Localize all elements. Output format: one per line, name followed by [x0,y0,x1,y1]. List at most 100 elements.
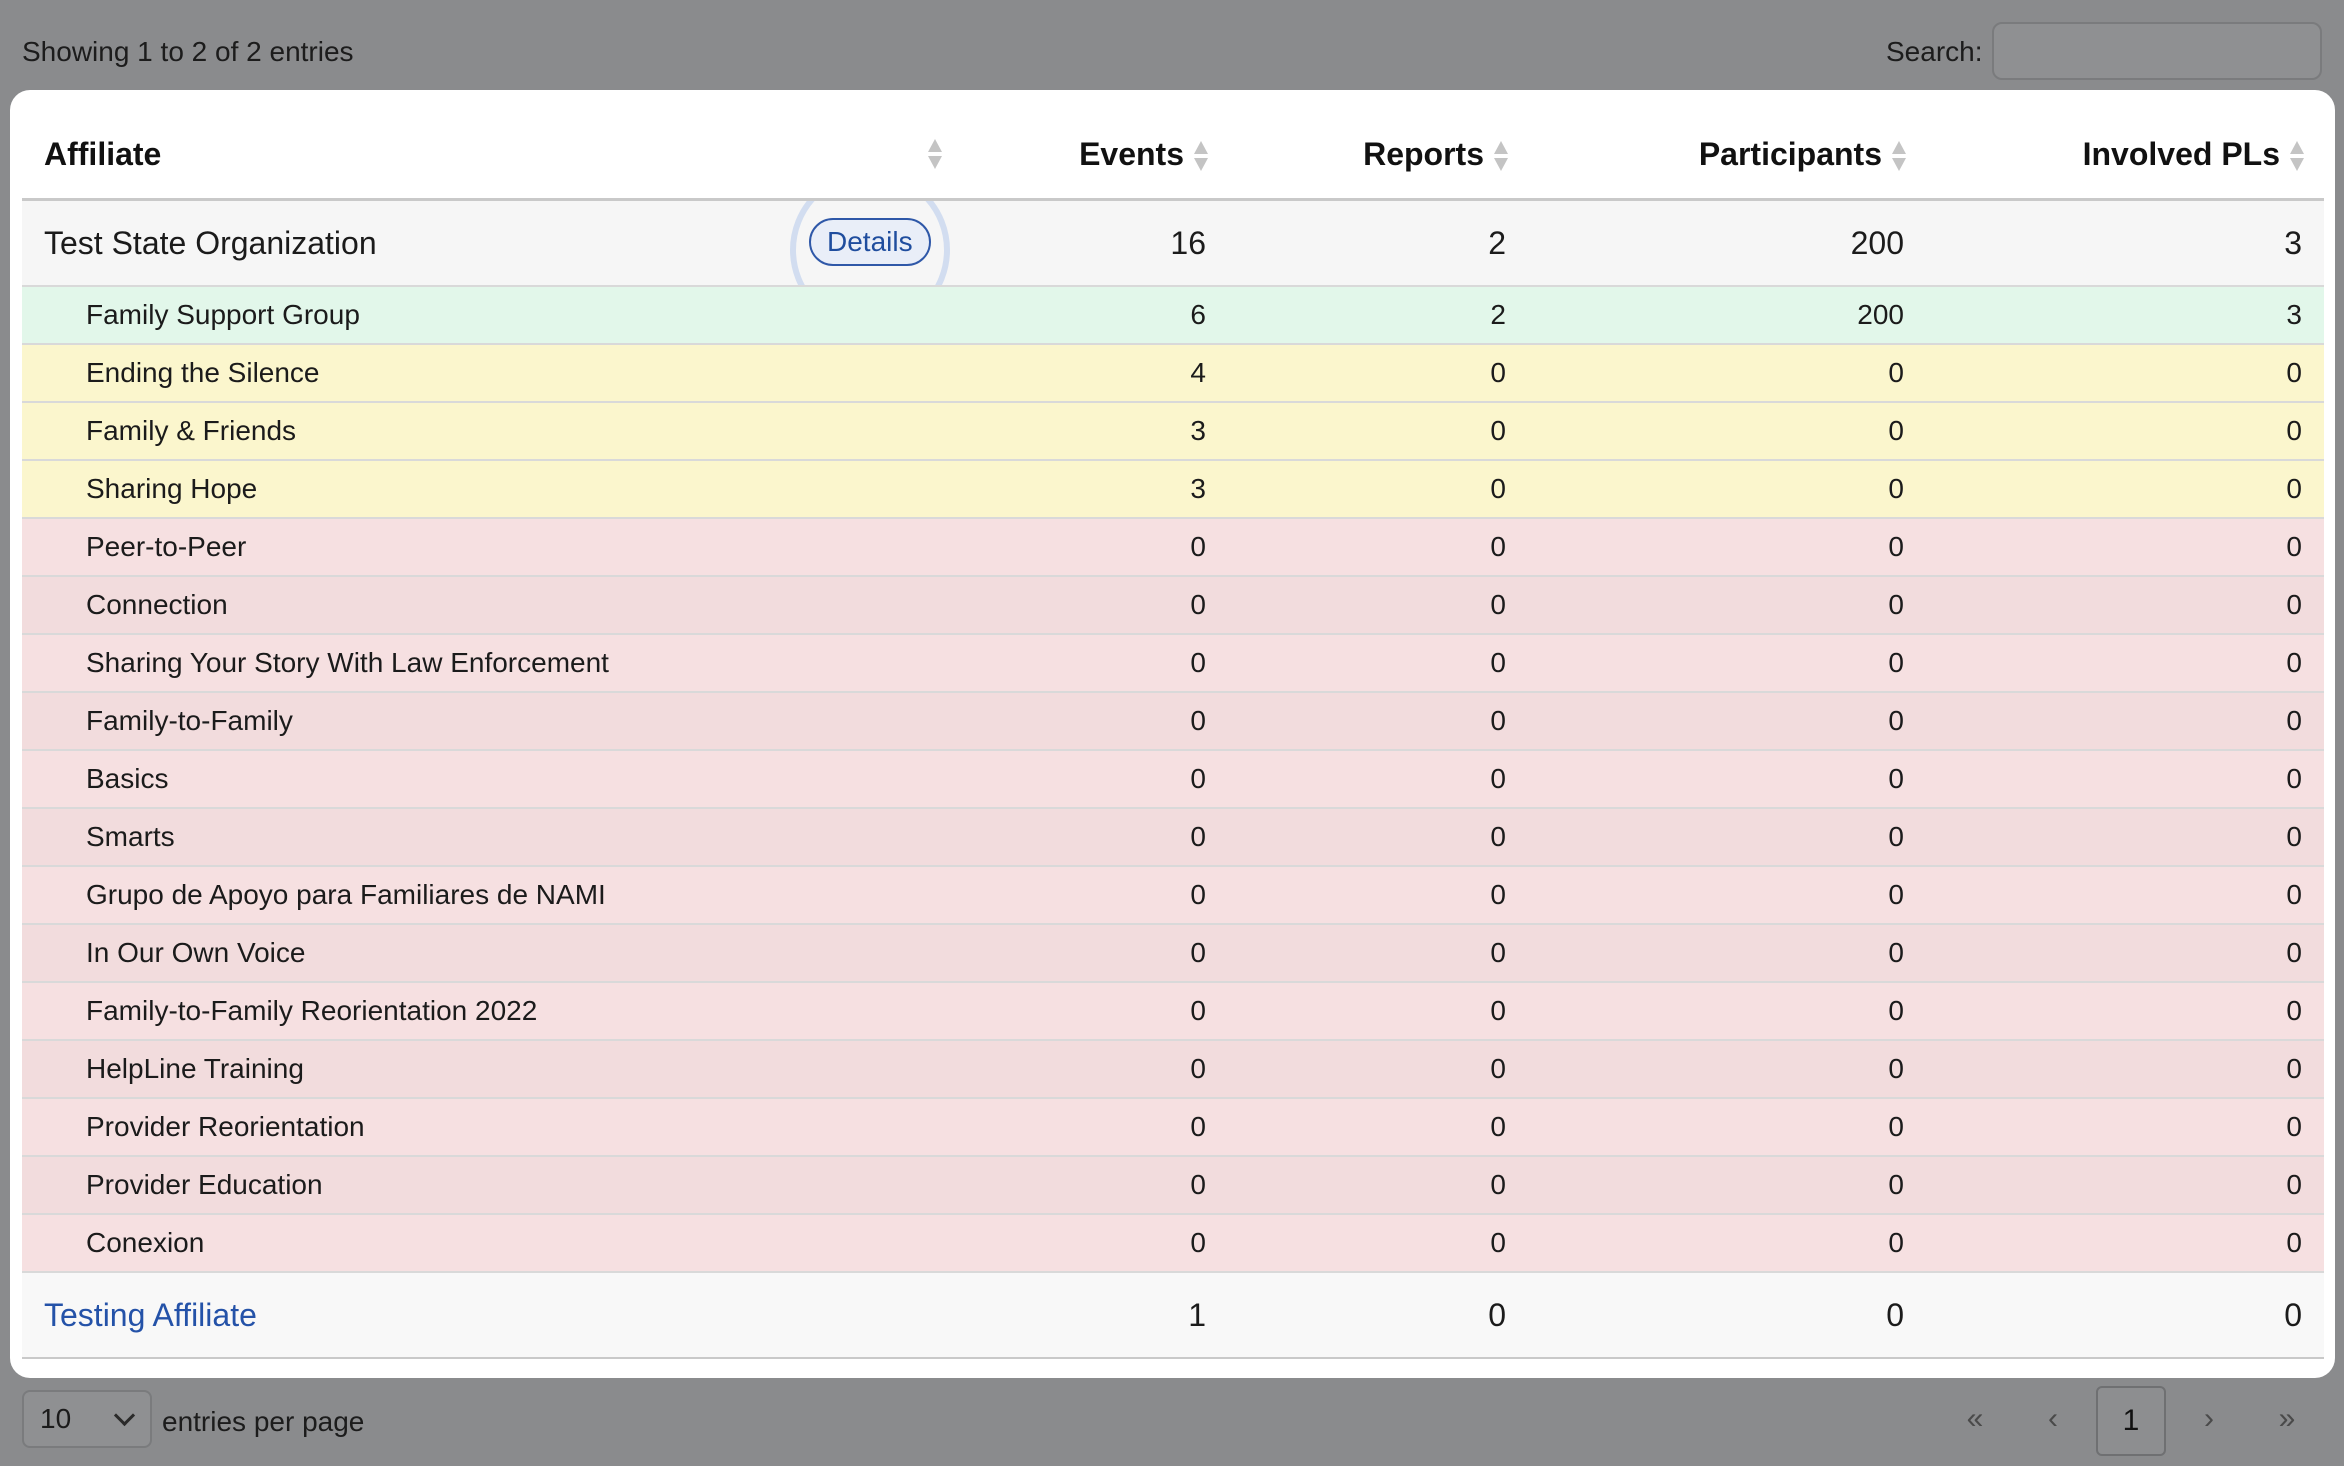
participants-cell: 0 [1528,866,1926,925]
events-cell: 0 [952,750,1228,809]
table-row-program: Family Support Group 6 2 200 3 [22,286,2324,345]
reports-cell: 0 [1228,866,1528,925]
entries-info: Showing 1 to 2 of 2 entries [22,36,354,67]
entries-per-page-select[interactable]: 10 [22,1390,152,1448]
sort-icon[interactable] [928,138,942,170]
involved-pls-cell: 3 [1926,286,2324,345]
program-name-cell: In Our Own Voice [22,924,952,983]
sort-icon[interactable] [1892,140,1906,172]
involved-pls-cell: 3 [1926,199,2324,287]
events-cell: 0 [952,1214,1228,1273]
participants-cell: 0 [1528,924,1926,983]
involved-pls-cell: 0 [1926,1272,2324,1359]
participants-cell: 0 [1528,402,1926,461]
pagination-last[interactable]: » [2252,1386,2322,1456]
chevron-down-icon [113,1404,136,1427]
sort-icon[interactable] [1494,140,1508,172]
participants-cell: 200 [1528,199,1926,287]
participants-cell: 0 [1528,1214,1926,1273]
table-row-program: Ending the Silence 4 0 0 0 [22,344,2324,403]
program-name-cell: Sharing Hope [22,460,952,519]
search-label: Search: [1886,36,1983,67]
reports-cell: 0 [1228,1040,1528,1099]
reports-cell: 0 [1228,982,1528,1041]
column-header-involved-pls[interactable]: Involved PLs [1926,110,2324,201]
table-row-program: HelpLine Training 0 0 0 0 [22,1040,2324,1099]
program-name-cell: Grupo de Apoyo para Familiares de NAMI [22,866,952,925]
involved-pls-cell: 0 [1926,982,2324,1041]
involved-pls-cell: 0 [1926,866,2324,925]
reports-cell: 0 [1228,1098,1528,1157]
pagination-page-current[interactable]: 1 [2096,1386,2166,1456]
involved-pls-cell: 0 [1926,460,2324,519]
sort-icon[interactable] [1194,140,1208,172]
pagination-next[interactable]: › [2174,1386,2244,1456]
table-row-program: Provider Reorientation 0 0 0 0 [22,1098,2324,1157]
events-cell: 0 [952,576,1228,635]
program-name-cell: Peer-to-Peer [22,518,952,577]
events-cell: 4 [952,344,1228,403]
table-top-bar: Showing 1 to 2 of 2 entries Search: [0,0,2344,90]
entries-per-page-value: 10 [40,1403,72,1434]
table-row-program: Grupo de Apoyo para Familiares de NAMI 0 0… [22,866,2324,925]
participants-cell: 0 [1528,1040,1926,1099]
events-cell: 3 [952,460,1228,519]
pagination-prev[interactable]: ‹ [2018,1386,2088,1456]
events-cell: 0 [952,634,1228,693]
pagination: « ‹ 1 › » [1940,1386,2320,1456]
column-header-label: Reports [1363,135,1484,172]
participants-cell: 0 [1528,634,1926,693]
column-header-affiliate[interactable]: Affiliate [22,110,952,201]
affiliate-link[interactable]: Testing Affiliate [44,1297,257,1333]
involved-pls-cell: 0 [1926,576,2324,635]
events-cell: 0 [952,924,1228,983]
program-name-cell: HelpLine Training [22,1040,952,1099]
column-header-reports[interactable]: Reports [1228,110,1528,201]
affiliate-cell: Testing Affiliate [22,1272,952,1359]
table-row-program: Family & Friends 3 0 0 0 [22,402,2324,461]
involved-pls-cell: 0 [1926,402,2324,461]
search-input[interactable] [1992,22,2322,80]
pagination-first[interactable]: « [1940,1386,2010,1456]
reports-cell: 0 [1228,750,1528,809]
table-row-affiliate: Test State Organization Details 16 2 200… [22,199,2324,287]
events-cell: 0 [952,518,1228,577]
table-header-row: Affiliate Events Reports Participants In… [22,110,2324,201]
events-cell: 0 [952,1156,1228,1215]
table-row-program: In Our Own Voice 0 0 0 0 [22,924,2324,983]
reports-cell: 0 [1228,460,1528,519]
participants-cell: 0 [1528,460,1926,519]
table-body: Test State Organization Details 16 2 200… [22,199,2324,1359]
program-name-cell: Provider Education [22,1156,952,1215]
column-header-label: Affiliate [44,135,162,172]
reports-cell: 0 [1228,518,1528,577]
affiliate-name: Test State Organization [44,224,377,261]
table-row-program: Sharing Your Story With Law Enforcement 0… [22,634,2324,693]
reports-cell: 0 [1228,1156,1528,1215]
events-cell: 0 [952,866,1228,925]
involved-pls-cell: 0 [1926,634,2324,693]
column-header-participants[interactable]: Participants [1528,110,1926,201]
program-name-cell: Ending the Silence [22,344,952,403]
participants-cell: 0 [1528,576,1926,635]
participants-cell: 0 [1528,1156,1926,1215]
program-name-cell: Family-to-Family [22,692,952,751]
program-name-cell: Smarts [22,808,952,867]
table-row-program: Conexion 0 0 0 0 [22,1214,2324,1273]
sort-icon[interactable] [2290,140,2304,172]
events-cell: 6 [952,286,1228,345]
participants-cell: 0 [1528,344,1926,403]
table-row-program: Sharing Hope 3 0 0 0 [22,460,2324,519]
reports-cell: 0 [1228,692,1528,751]
participants-cell: 0 [1528,982,1926,1041]
column-header-events[interactable]: Events [952,110,1228,201]
involved-pls-cell: 0 [1926,1040,2324,1099]
program-name-cell: Family-to-Family Reorientation 2022 [22,982,952,1041]
reports-cell: 0 [1228,808,1528,867]
program-name-cell: Connection [22,576,952,635]
involved-pls-cell: 0 [1926,1098,2324,1157]
table-row-program: Peer-to-Peer 0 0 0 0 [22,518,2324,577]
events-cell: 0 [952,808,1228,867]
table-row-program: Family-to-Family Reorientation 2022 0 0 0 0 [22,982,2324,1041]
details-button[interactable]: Details [809,218,931,266]
